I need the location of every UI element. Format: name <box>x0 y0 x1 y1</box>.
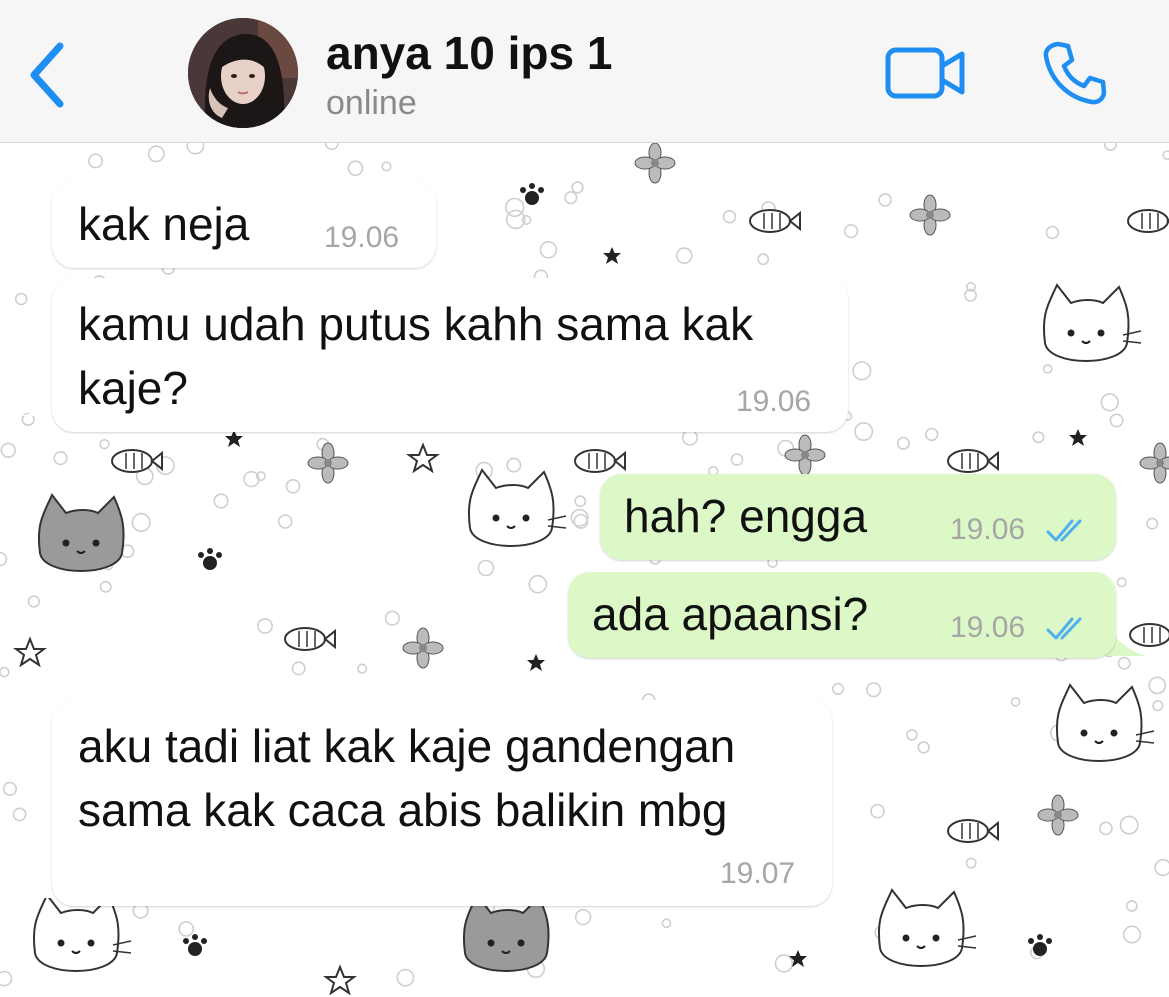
video-call-button[interactable] <box>884 44 968 102</box>
video-camera-icon <box>885 47 965 99</box>
message-text: ada apaansi? <box>592 588 869 640</box>
message-text: aku tadi liat kak kaje gandengan <box>78 720 736 772</box>
double-check-icon <box>1046 519 1082 542</box>
chevron-left-icon <box>30 42 64 108</box>
chat-header: anya 10 ips 1 online <box>0 0 1169 143</box>
message-time: 19.07 <box>720 857 796 890</box>
message-bubble-outgoing[interactable]: ada apaansi? 19.06 <box>568 572 1116 658</box>
message-bubble-incoming[interactable]: kak neja 19.06 <box>52 180 436 268</box>
message-time: 19.06 <box>950 513 1026 546</box>
message-bubble-outgoing[interactable]: hah? engga 19.06 <box>600 474 1116 560</box>
message-text: kamu udah putus kahh sama kak <box>78 298 754 350</box>
message-time: 19.06 <box>950 611 1026 644</box>
contact-name[interactable]: anya 10 ips 1 <box>326 26 612 80</box>
message-text: hah? engga <box>624 490 868 542</box>
message-text: sama kak caca abis balikin mbg <box>78 784 728 836</box>
message-text: kaje? <box>78 362 188 414</box>
message-time: 19.06 <box>736 385 812 418</box>
double-check-icon <box>1046 617 1082 640</box>
phone-icon <box>1043 41 1107 105</box>
message-bubble-incoming[interactable]: aku tadi liat kak kaje gandengan sama ka… <box>52 700 832 906</box>
message-bubble-incoming[interactable]: kamu udah putus kahh sama kak kaje? 19.0… <box>52 278 848 432</box>
contact-status: online <box>326 84 417 122</box>
contact-avatar[interactable] <box>188 18 298 128</box>
message-text: kak neja <box>78 198 250 250</box>
message-time: 19.06 <box>324 221 400 254</box>
back-button[interactable] <box>22 38 74 108</box>
voice-call-button[interactable] <box>1040 38 1110 108</box>
